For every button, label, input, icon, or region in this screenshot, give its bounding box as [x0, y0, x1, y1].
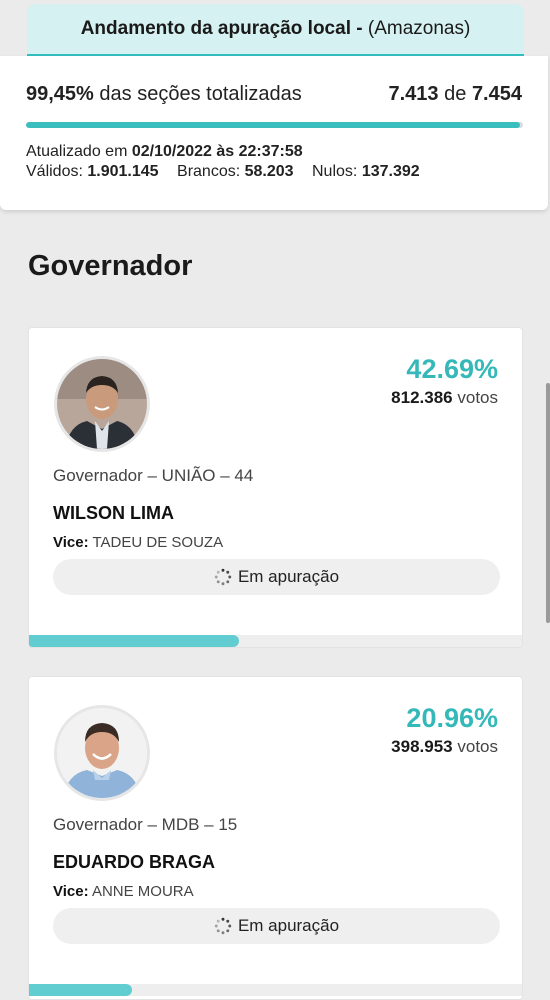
valid-value: 1.901.145: [87, 163, 159, 180]
candidate-votes: 812.386 votos: [391, 388, 498, 408]
blank-label: Brancos:: [177, 163, 241, 180]
candidate-vice: Vice: TADEU DE SOUZA: [53, 534, 223, 551]
candidate-card[interactable]: 42.69% 812.386 votos Governador – UNIÃO …: [28, 327, 523, 648]
candidate-name: EDUARDO BRAGA: [53, 852, 215, 872]
candidate-photo: [54, 356, 150, 452]
candidate-percent: 42.69%: [406, 354, 498, 384]
valid-label: Válidos:: [26, 163, 83, 180]
candidate-photo: [54, 705, 150, 801]
sections-total: 7.454: [471, 83, 522, 105]
page: Andamento da apuração local - (Amazonas)…: [0, 0, 550, 1000]
candidate-name: WILSON LIMA: [53, 503, 174, 523]
candidate-vote-bar: [29, 984, 522, 996]
sections-progress-fill: [26, 122, 521, 128]
candidate-vice: Vice: ANNE MOURA: [53, 883, 194, 900]
count-status-card: 99,45% das seções totalizadas 7.413 de 7…: [0, 56, 548, 210]
sections-progress-bar: [26, 122, 523, 128]
candidate-percent: 20.96%: [406, 703, 498, 733]
blank-value: 58.203: [244, 163, 294, 180]
updated-label: Atualizado em: [26, 143, 128, 160]
candidate-vote-bar-fill: [29, 984, 133, 996]
header-region: (Amazonas): [367, 18, 471, 39]
totals-line: Válidos: 1.901.145 Brancos: 58.203 Nulos…: [26, 163, 434, 181]
votes-label: votos: [457, 737, 498, 756]
counting-status-pill: Em apuração: [53, 908, 500, 944]
counting-status-label: Em apuração: [237, 567, 340, 586]
results-header: Andamento da apuração local - (Amazonas): [27, 4, 524, 56]
null-value: 137.392: [361, 163, 420, 180]
sections-percent-value: 99,45%: [26, 83, 94, 105]
sections-done: 7.413: [388, 83, 439, 105]
section-title: Governador: [28, 250, 193, 282]
votes-value: 398.953: [391, 737, 453, 756]
sections-row: 99,45% das seções totalizadas 7.413 de 7…: [26, 83, 522, 106]
sections-of: de: [444, 83, 467, 105]
candidate-party-line: Governador – UNIÃO – 44: [53, 466, 254, 485]
votes-value: 812.386: [391, 388, 453, 407]
loading-spinner-icon: [214, 917, 232, 935]
vice-label: Vice:: [53, 534, 89, 551]
candidate-party-line: Governador – MDB – 15: [53, 815, 238, 834]
candidate-votes: 398.953 votos: [391, 737, 498, 757]
loading-spinner-icon: [214, 568, 232, 586]
null-label: Nulos:: [312, 163, 358, 180]
vice-name: TADEU DE SOUZA: [92, 534, 224, 551]
sections-percent: 99,45% das seções totalizadas: [26, 83, 302, 106]
vice-label: Vice:: [53, 883, 89, 900]
updated-value: 02/10/2022 às 22:37:58: [131, 143, 303, 160]
header-title: Andamento da apuração local -: [80, 18, 363, 39]
scrollbar[interactable]: [546, 383, 550, 623]
updated-line: Atualizado em 02/10/2022 às 22:37:58: [26, 143, 303, 161]
vice-name: ANNE MOURA: [91, 883, 194, 900]
candidate-card[interactable]: 20.96% 398.953 votos Governador – MDB – …: [28, 676, 523, 1000]
counting-status-pill: Em apuração: [53, 559, 500, 595]
sections-label: das seções totalizadas: [99, 83, 302, 105]
sections-count: 7.413 de 7.454: [389, 83, 523, 106]
candidate-vote-bar: [29, 635, 522, 647]
counting-status-label: Em apuração: [237, 916, 340, 935]
candidate-vote-bar-fill: [29, 635, 240, 647]
votes-label: votos: [457, 388, 498, 407]
